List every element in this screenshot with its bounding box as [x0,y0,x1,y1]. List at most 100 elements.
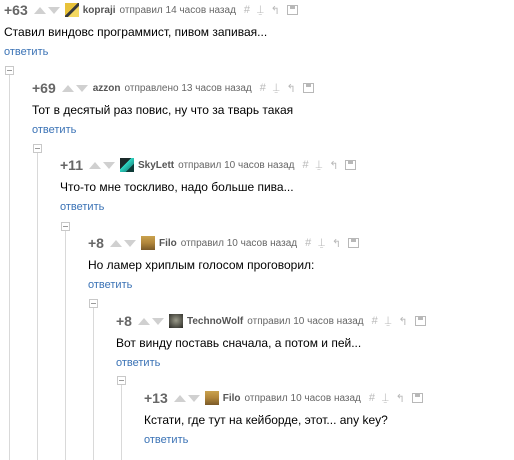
save-icon[interactable] [414,316,426,326]
comment-username[interactable]: SkyLett [138,160,174,171]
comment-header: +63 kopraji отправил 14 часов назад # ⍊ … [4,2,298,18]
comment-score: +69 [32,80,56,96]
hash-icon[interactable]: # [302,159,308,171]
thread-line [65,230,66,460]
collapse-toggle[interactable] [33,144,42,153]
comment-tools: # ⍊ ↰ [369,392,423,405]
thread-line [93,307,94,460]
vote-up-icon[interactable] [137,317,150,325]
comment-text: Вот винду поставь сначала, а потом и пей… [116,336,362,350]
thread-line [121,384,122,460]
comment-timestamp: отправил 10 часов назад [180,237,298,249]
filo-avatar[interactable] [140,236,155,250]
comment-tools: # ⍊ ↰ [305,237,360,250]
comment-score: +8 [88,235,104,251]
vote-down-icon[interactable] [123,239,136,247]
comment-tools: # ⍊ ↰ [260,82,314,95]
collapse-toggle[interactable] [61,222,70,231]
comment-header: +69 azzon отправлено 13 часов назад # ⍊ … [32,80,314,96]
thread-line [9,74,10,460]
comment: +69 azzon отправлено 13 часов назад # ⍊ … [32,80,314,136]
vote-up-icon[interactable] [109,239,122,247]
vote-up-icon[interactable] [173,394,186,402]
link-icon[interactable]: ⍊ [385,315,392,328]
comment-header: +13 Filo отправил 10 часов назад # ⍊ ↰ [144,390,423,406]
reply-link[interactable]: ответить [4,46,298,58]
vote-down-icon[interactable] [75,84,88,92]
vote-down-icon[interactable] [151,317,164,325]
comment: +8 TechnoWolf отправил 10 часов назад # … [116,313,426,369]
hash-icon[interactable]: # [260,82,266,94]
comment-text: Но ламер хриплым голосом проговорил: [88,258,315,272]
reply-link[interactable]: ответить [144,434,423,446]
comment-timestamp: отправил 10 часов назад [178,159,295,171]
vote-up-icon[interactable] [33,6,46,14]
comment-timestamp: отправил 10 часов назад [247,315,364,327]
link-icon[interactable]: ⍊ [382,392,389,405]
vote-controls [173,394,200,402]
comment-score: +11 [60,157,83,173]
filo-avatar[interactable] [204,391,219,405]
reply-link-icon[interactable]: ↰ [286,82,295,95]
comment-header: +8 Filo отправил 10 часов назад # ⍊ ↰ [88,235,360,251]
save-icon[interactable] [302,83,314,93]
vote-up-icon[interactable] [61,84,74,92]
comment-header: +11 SkyLett отправил 10 часов назад # ⍊ … [60,157,357,173]
save-icon[interactable] [345,160,357,170]
link-icon[interactable]: ⍊ [273,82,280,95]
link-icon[interactable]: ⍊ [318,237,325,250]
link-icon[interactable]: ⍊ [257,4,264,17]
comment: +63 kopraji отправил 14 часов назад # ⍊ … [4,2,298,58]
comment-score: +63 [4,2,28,18]
comment-tools: # ⍊ ↰ [244,4,298,17]
comment-header: +8 TechnoWolf отправил 10 часов назад # … [116,313,426,329]
vote-controls [61,84,88,92]
technowolf-avatar[interactable] [168,314,183,328]
reply-link[interactable]: ответить [32,124,314,136]
vote-down-icon[interactable] [47,6,60,14]
kopraji-avatar[interactable] [64,3,79,17]
thread-line [37,152,38,460]
save-icon[interactable] [348,238,360,248]
vote-down-icon[interactable] [187,394,200,402]
comment-text: Что-то мне тоскливо, надо больше пива... [60,180,294,194]
vote-down-icon[interactable] [102,161,115,169]
comment-tools: # ⍊ ↰ [372,315,426,328]
vote-controls [33,6,60,14]
comment-timestamp: отправил 10 часов назад [244,392,361,404]
comment-username[interactable]: Filo [223,393,241,404]
reply-link-icon[interactable]: ↰ [329,159,338,172]
reply-link-icon[interactable]: ↰ [396,392,405,405]
comment-tools: # ⍊ ↰ [302,159,357,172]
reply-link[interactable]: ответить [88,279,359,291]
comment-text: Ставил виндовс программист, пивом запива… [4,25,268,39]
reply-link[interactable]: ответить [116,357,426,369]
comment-text: Кстати, где тут на кейборде, этот... any… [144,413,388,427]
hash-icon[interactable]: # [244,4,250,16]
comment-text: Тот в десятый раз повис, ну что за тварь… [32,103,294,117]
vote-up-icon[interactable] [88,161,101,169]
comment-username[interactable]: kopraji [83,5,116,16]
hash-icon[interactable]: # [369,392,375,404]
vote-controls [137,317,164,325]
hash-icon[interactable]: # [305,237,311,249]
comment-username[interactable]: TechnoWolf [187,316,243,327]
comment-username[interactable]: Filo [159,238,177,249]
collapse-toggle[interactable] [117,376,126,385]
reply-link-icon[interactable]: ↰ [398,315,407,328]
reply-link[interactable]: ответить [60,201,356,213]
reply-link-icon[interactable]: ↰ [271,4,280,17]
skylett-avatar[interactable] [119,158,134,172]
collapse-toggle[interactable] [89,299,98,308]
collapse-toggle[interactable] [5,66,14,75]
save-icon[interactable] [286,5,298,15]
link-icon[interactable]: ⍊ [316,159,323,172]
vote-controls [109,239,136,247]
comment-timestamp: отправил 14 часов назад [119,4,236,16]
comment-username[interactable]: azzon [93,83,121,94]
save-icon[interactable] [411,393,423,403]
comment: +13 Filo отправил 10 часов назад # ⍊ ↰ К… [144,390,423,446]
reply-link-icon[interactable]: ↰ [332,237,341,250]
hash-icon[interactable]: # [372,315,378,327]
comment-score: +8 [116,313,132,329]
